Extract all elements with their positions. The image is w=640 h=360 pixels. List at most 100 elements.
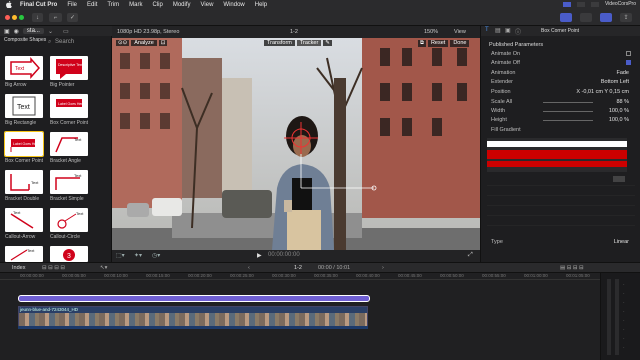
- thumb-bracket-angle[interactable]: Text: [50, 132, 88, 156]
- analyze-button[interactable]: Analyze: [131, 40, 157, 46]
- thumb-callout-circle[interactable]: Text: [50, 208, 88, 232]
- forward-arrow-icon[interactable]: ›: [382, 265, 384, 271]
- titles-icon[interactable]: ▣: [4, 28, 10, 35]
- menu-modify[interactable]: Modify: [173, 2, 191, 8]
- position-value[interactable]: X -0,01 cm Y 0,15 cm: [576, 89, 629, 95]
- thumb-label: Big Pointer: [50, 82, 75, 88]
- layout-timeline-button[interactable]: [580, 13, 592, 22]
- play-button[interactable]: ▶: [257, 252, 262, 259]
- done-button[interactable]: Done: [450, 40, 470, 47]
- thumb-callout-arrow[interactable]: Text: [5, 208, 43, 232]
- thumb-box-corner-point[interactable]: Label Goes Here: [50, 94, 88, 118]
- thumb-callout-number[interactable]: 3: [50, 246, 88, 262]
- menu-trim[interactable]: Trim: [107, 2, 119, 8]
- scale-value[interactable]: 88 %: [616, 99, 629, 105]
- photos-icon[interactable]: ◉: [14, 28, 19, 35]
- reset-button[interactable]: Reset: [427, 40, 449, 47]
- sidebar-toggle-icon[interactable]: ▭: [63, 28, 69, 35]
- chevron-down-icon[interactable]: ⌄: [48, 28, 53, 35]
- width-value[interactable]: 100,0 %: [609, 108, 629, 114]
- index-button[interactable]: Index: [12, 265, 25, 271]
- scale-slider[interactable]: [543, 102, 593, 103]
- animate-on-checkbox[interactable]: [626, 51, 631, 56]
- menu-file[interactable]: File: [67, 2, 77, 8]
- menu-app-name[interactable]: Final Cut Pro: [20, 2, 57, 8]
- zoom-level[interactable]: 150%: [424, 29, 438, 35]
- title-clip[interactable]: [18, 295, 370, 302]
- menu-edit[interactable]: Edit: [87, 2, 97, 8]
- view-menu[interactable]: View: [454, 29, 466, 35]
- category-label: Composite Shapes: [4, 37, 47, 43]
- video-clip[interactable]: jeunn-blue-and-7243044_HD: [18, 306, 368, 326]
- thumb-big-rectangle[interactable]: Text: [5, 94, 43, 118]
- menu-help[interactable]: Help: [255, 2, 267, 8]
- clip-append-icons[interactable]: ⊟ ⊟ ⊟ ⊟: [42, 265, 65, 271]
- height-value[interactable]: 100,0 %: [609, 117, 629, 123]
- dropdown-icon[interactable]: ⊡: [158, 40, 168, 46]
- info-inspector-icon[interactable]: ⓘ: [515, 27, 521, 36]
- keyword-button[interactable]: ⌐: [49, 13, 62, 22]
- video-inspector-icon[interactable]: ▣: [505, 27, 511, 34]
- width-slider[interactable]: [543, 111, 593, 112]
- animate-off-checkbox[interactable]: [626, 60, 631, 65]
- tracker-button[interactable]: Tracker: [296, 40, 322, 46]
- thumb-label: Bracket Angle: [50, 158, 81, 164]
- menu-mark[interactable]: Mark: [129, 2, 142, 8]
- thumb-bracket-double[interactable]: Text: [5, 170, 43, 194]
- share-button[interactable]: ⇪: [620, 13, 632, 22]
- gradient-option-row: [487, 196, 635, 206]
- thumb-big-arrow[interactable]: Text: [5, 56, 43, 80]
- height-slider[interactable]: [543, 120, 593, 121]
- ruler-tick: 00:00:25:00: [230, 273, 254, 278]
- param-label: Type: [491, 239, 503, 245]
- onscreen-controls-icon[interactable]: ⊙⊙: [116, 40, 130, 46]
- speed-icon[interactable]: ◷▾: [152, 252, 160, 259]
- back-arrow-icon[interactable]: ‹: [248, 265, 250, 271]
- viewer-panel: 1080p HD 23.98p, Stereo 1-2 150% View ⊙⊙…: [112, 26, 480, 262]
- traffic-light-minimize[interactable]: [12, 15, 17, 20]
- thumb-box-corner-point-selected[interactable]: Label Goes Here: [4, 131, 44, 157]
- clip-filmstrip: [19, 313, 367, 326]
- transform-tool-icon[interactable]: ⬚▾: [116, 252, 125, 259]
- svg-text:Text: Text: [31, 180, 39, 185]
- menu-view[interactable]: View: [201, 2, 214, 8]
- window-layout-icon[interactable]: [562, 1, 571, 7]
- color-swatch[interactable]: [613, 176, 625, 182]
- menu-clip[interactable]: Clip: [152, 2, 162, 8]
- traffic-light-close[interactable]: [5, 15, 10, 20]
- timeline-view-icons[interactable]: ▤ ⊟ ⊟ ⊟: [560, 265, 584, 271]
- thumb-bracket-simple[interactable]: Text: [50, 170, 88, 194]
- video-frame[interactable]: ⊙⊙ Analyze ⊡ Transform Tracker ✎ ⧉ Reset…: [112, 38, 480, 250]
- window-layout-icon-2[interactable]: [576, 1, 585, 7]
- thumb-callout-line[interactable]: Text: [5, 246, 43, 262]
- background-tasks-button[interactable]: ✓: [67, 13, 78, 22]
- timecode-display[interactable]: 00:00:00:00: [268, 252, 300, 258]
- section-header: Published Parameters: [489, 42, 544, 48]
- library-name[interactable]: sta...: [22, 28, 44, 34]
- viewer-footer: ⬚▾ ✦▾ ◷▾ ▶ 00:00:00:00 ⤢: [112, 250, 480, 262]
- param-type: Type Linear: [487, 239, 635, 247]
- title-inspector-icon[interactable]: T: [485, 27, 489, 33]
- layout-browser-button[interactable]: [560, 13, 572, 22]
- apple-icon[interactable]: [6, 0, 14, 10]
- text-inspector-icon[interactable]: ▤: [495, 27, 501, 34]
- menu-window[interactable]: Window: [223, 2, 244, 8]
- animation-select[interactable]: Fade: [616, 70, 629, 76]
- gradient-editor[interactable]: [487, 138, 627, 172]
- window-layout-icon-3[interactable]: [590, 1, 599, 7]
- search-field[interactable]: ⌕ Search: [48, 39, 108, 47]
- extender-select[interactable]: Bottom Left: [601, 79, 629, 85]
- screen-icon[interactable]: ⧉: [418, 40, 426, 47]
- gradient-options: [487, 176, 635, 244]
- select-tool-icon[interactable]: ↖▾: [100, 265, 107, 271]
- transform-button[interactable]: Transform: [264, 40, 295, 46]
- traffic-light-zoom[interactable]: [19, 15, 24, 20]
- import-button[interactable]: ↓: [32, 13, 43, 22]
- layout-inspector-button[interactable]: [600, 13, 612, 22]
- pen-icon[interactable]: ✎: [323, 40, 332, 46]
- fullscreen-icon[interactable]: ⤢: [468, 252, 473, 259]
- thumb-big-pointer[interactable]: Descriptive Text: [50, 56, 88, 80]
- type-select[interactable]: Linear: [614, 239, 629, 245]
- enhance-icon[interactable]: ✦▾: [134, 252, 142, 259]
- browser-panel: ▣ ◉ sta... ⌄ ▭ Composite Shapes ⌕ Search…: [0, 26, 112, 262]
